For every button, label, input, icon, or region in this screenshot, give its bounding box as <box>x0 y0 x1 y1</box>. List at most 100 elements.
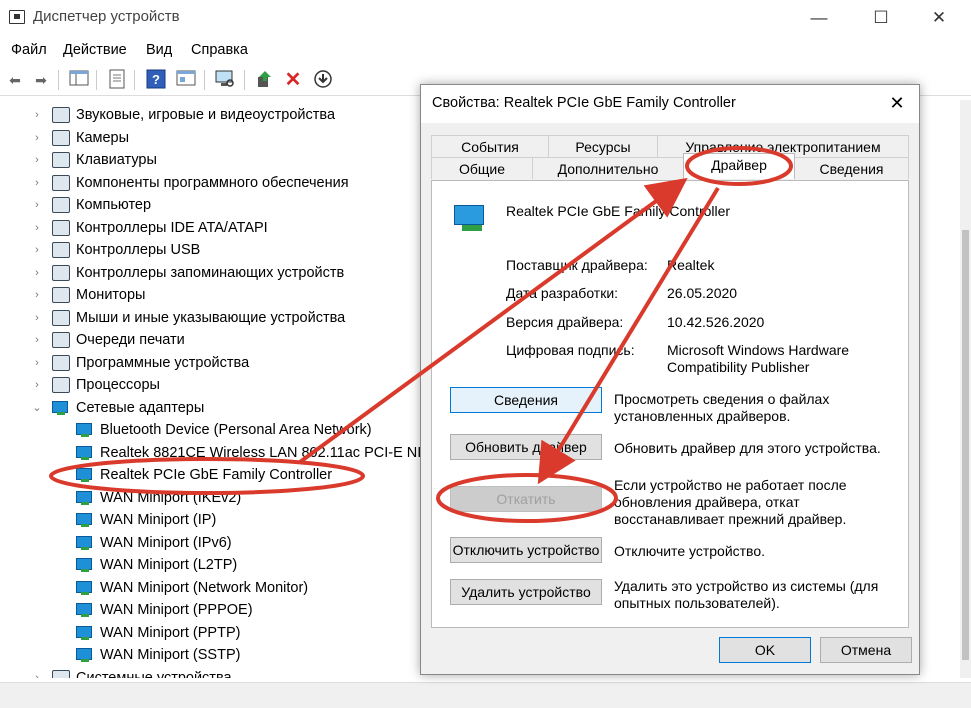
back-arrow-icon[interactable]: ⬅ <box>4 69 26 91</box>
usb-icon <box>52 242 70 258</box>
expand-chevron-icon[interactable]: › <box>31 262 43 284</box>
network-adapter-icon <box>76 490 94 506</box>
vertical-scrollbar[interactable] <box>960 100 971 678</box>
maximize-button[interactable]: ☐ <box>858 4 904 32</box>
close-button[interactable]: ✕ <box>916 4 962 32</box>
expand-chevron-icon[interactable]: › <box>31 194 43 216</box>
menu-help[interactable]: Справка <box>191 42 248 58</box>
tree-item-label: WAN Miniport (SSTP) <box>100 647 241 663</box>
tab-advanced[interactable]: Дополнительно <box>532 157 684 179</box>
network-adapter-icon <box>52 400 70 416</box>
collapse-chevron-icon[interactable]: ⌄ <box>31 397 43 419</box>
window-title: Диспетчер устройств <box>33 8 180 25</box>
title-bar: Диспетчер устройств — ☐ ✕ <box>0 0 971 36</box>
expand-chevron-icon[interactable]: › <box>31 352 43 374</box>
tab-resources[interactable]: Ресурсы <box>548 135 658 157</box>
scrollbar-thumb[interactable] <box>962 230 969 660</box>
cancel-button[interactable]: Отмена <box>820 637 912 663</box>
camera-icon <box>52 129 70 146</box>
tree-item-label: WAN Miniport (PPPOE) <box>100 602 253 618</box>
driver-tab-panel: Realtek PCIe GbE Family Controller Поста… <box>431 180 909 628</box>
tree-item-label: Мыши и иные указывающие устройства <box>76 309 346 326</box>
driver-details-description: Просмотреть сведения о файлах установлен… <box>614 391 830 424</box>
ok-button[interactable]: OK <box>719 637 811 663</box>
speaker-icon <box>52 107 70 123</box>
uninstall-device-button[interactable]: Удалить устройство <box>450 579 602 605</box>
expand-chevron-icon[interactable]: › <box>31 284 43 306</box>
tree-item-label: Компоненты программного обеспечения <box>76 174 349 191</box>
menu-file[interactable]: Файл <box>11 42 47 58</box>
forward-arrow-icon[interactable]: ➡ <box>30 69 52 91</box>
expand-chevron-icon[interactable]: › <box>31 307 43 329</box>
scan-hardware-icon[interactable] <box>214 69 236 91</box>
expand-chevron-icon[interactable]: › <box>31 104 43 126</box>
update-driver-icon[interactable] <box>254 69 276 91</box>
tree-item-label: Системные устройства <box>76 669 232 679</box>
tab-general[interactable]: Общие <box>431 157 533 179</box>
network-adapter-icon <box>76 467 94 483</box>
mouse-icon <box>52 309 70 326</box>
network-adapter-icon <box>76 580 94 596</box>
toolbar-separator <box>134 70 135 90</box>
driver-provider-label: Поставщик драйвера: <box>506 257 648 273</box>
help-icon[interactable]: ? <box>145 69 167 91</box>
computer-icon <box>52 197 70 213</box>
expand-chevron-icon[interactable]: › <box>31 127 43 149</box>
toolbar-separator <box>204 70 205 90</box>
tree-item-label: WAN Miniport (Network Monitor) <box>100 579 309 596</box>
expand-chevron-icon[interactable]: › <box>31 149 43 171</box>
view-icon[interactable] <box>175 69 197 91</box>
tree-item-label: Контроллеры USB <box>76 242 201 258</box>
roll-back-driver-button[interactable]: Откатить <box>450 486 602 512</box>
properties-dialog: Свойства: Realtek PCIe GbE Family Contro… <box>420 84 920 675</box>
tree-item-label: Звуковые, игровые и видеоустройства <box>76 107 336 123</box>
tree-item-label: Сетевые адаптеры <box>76 399 205 416</box>
tree-item-label: Bluetooth Device (Personal Area Network) <box>100 422 372 438</box>
expand-chevron-icon[interactable]: › <box>31 374 43 396</box>
tree-item-label: Процессоры <box>76 377 160 393</box>
expand-chevron-icon[interactable]: › <box>31 172 43 194</box>
tab-events[interactable]: События <box>431 135 549 157</box>
dialog-title: Свойства: Realtek PCIe GbE Family Contro… <box>432 95 736 111</box>
dialog-close-button[interactable]: ✕ <box>885 91 909 115</box>
expand-chevron-icon[interactable]: › <box>31 239 43 261</box>
tab-details[interactable]: Сведения <box>794 157 909 179</box>
update-driver-description: Обновить драйвер для этого устройства. <box>614 440 881 456</box>
minimize-button[interactable]: — <box>796 4 842 32</box>
processor-icon <box>52 377 70 393</box>
system-device-icon <box>52 669 70 678</box>
driver-version-value: 10.42.526.2020 <box>667 314 765 330</box>
expand-chevron-icon[interactable]: › <box>31 667 43 679</box>
expand-chevron-icon[interactable]: › <box>31 217 43 239</box>
software-device-icon <box>52 354 70 371</box>
properties-icon[interactable] <box>106 69 128 91</box>
expand-chevron-icon[interactable]: › <box>31 329 43 351</box>
tree-item-label: WAN Miniport (L2TP) <box>100 557 238 573</box>
uninstall-device-description: Удалить это устройство из системы (для о… <box>614 578 879 611</box>
driver-provider-value: Realtek <box>667 257 715 273</box>
software-component-icon <box>52 174 70 191</box>
tree-item-label: Очереди печати <box>76 332 185 348</box>
printer-icon <box>52 332 70 348</box>
status-bar <box>0 682 971 708</box>
tree-item-label: Контроллеры запоминающих устройств <box>76 264 345 281</box>
tree-item-label: Клавиатуры <box>76 152 157 168</box>
menu-action[interactable]: Действие <box>63 42 127 58</box>
download-icon[interactable] <box>312 69 334 91</box>
show-hide-tree-icon[interactable] <box>68 69 90 91</box>
disable-device-button[interactable]: Отключить устройство <box>450 537 602 563</box>
tree-item-label: Realtek 8821CE Wireless LAN 802.11ac PCI… <box>100 444 420 461</box>
network-adapter-icon <box>76 512 94 528</box>
uninstall-device-icon[interactable]: ✕ <box>282 69 304 91</box>
tab-driver[interactable]: Драйвер <box>683 153 795 179</box>
tree-item-label: WAN Miniport (IP) <box>100 512 217 528</box>
update-driver-button[interactable]: Обновить драйвер <box>450 434 602 460</box>
ide-controller-icon <box>52 219 70 236</box>
driver-version-label: Версия драйвера: <box>506 314 624 330</box>
driver-details-button[interactable]: Сведения <box>450 387 602 413</box>
network-adapter-icon <box>76 535 94 551</box>
toolbar-separator <box>96 70 97 90</box>
network-adapter-icon <box>76 625 94 641</box>
device-tree: › Звуковые, игровые и видеоустройства › Кам… <box>0 104 420 678</box>
menu-view[interactable]: Вид <box>146 42 172 58</box>
